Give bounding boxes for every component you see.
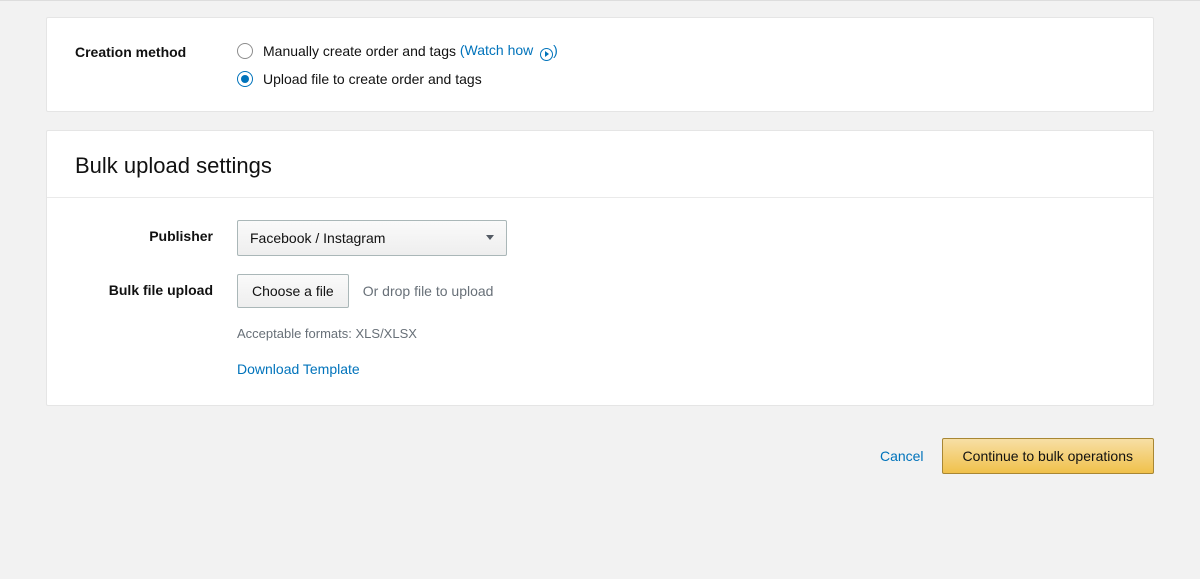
radio-manual-label: Manually create order and tags [263, 43, 456, 59]
cancel-button[interactable]: Cancel [880, 448, 924, 464]
publisher-value: Facebook / Instagram [250, 230, 385, 246]
download-template-link[interactable]: Download Template [237, 361, 360, 377]
drop-file-hint: Or drop file to upload [363, 283, 494, 299]
bulk-file-upload-label: Bulk file upload [75, 274, 237, 298]
radio-upload-label: Upload file to create order and tags [263, 71, 482, 87]
choose-file-button[interactable]: Choose a file [237, 274, 349, 308]
radio-manual-create[interactable]: Manually create order and tags (Watch ho… [237, 42, 1125, 61]
radio-upload-file[interactable]: Upload file to create order and tags [237, 71, 1125, 87]
watch-how-link[interactable]: (Watch how ) [460, 42, 558, 61]
creation-method-label: Creation method [75, 42, 237, 60]
publisher-select[interactable]: Facebook / Instagram [237, 220, 507, 256]
creation-method-card: Creation method Manually create order an… [46, 17, 1154, 112]
acceptable-formats-text: Acceptable formats: XLS/XLSX [237, 326, 1125, 341]
continue-button[interactable]: Continue to bulk operations [942, 438, 1154, 474]
footer-actions: Cancel Continue to bulk operations [0, 424, 1200, 474]
publisher-label: Publisher [75, 220, 237, 244]
radio-icon [237, 71, 253, 87]
chevron-down-icon [486, 235, 494, 240]
radio-icon [237, 43, 253, 59]
bulk-upload-title: Bulk upload settings [47, 131, 1153, 197]
bulk-upload-card: Bulk upload settings Publisher Facebook … [46, 130, 1154, 406]
play-icon [540, 48, 553, 61]
